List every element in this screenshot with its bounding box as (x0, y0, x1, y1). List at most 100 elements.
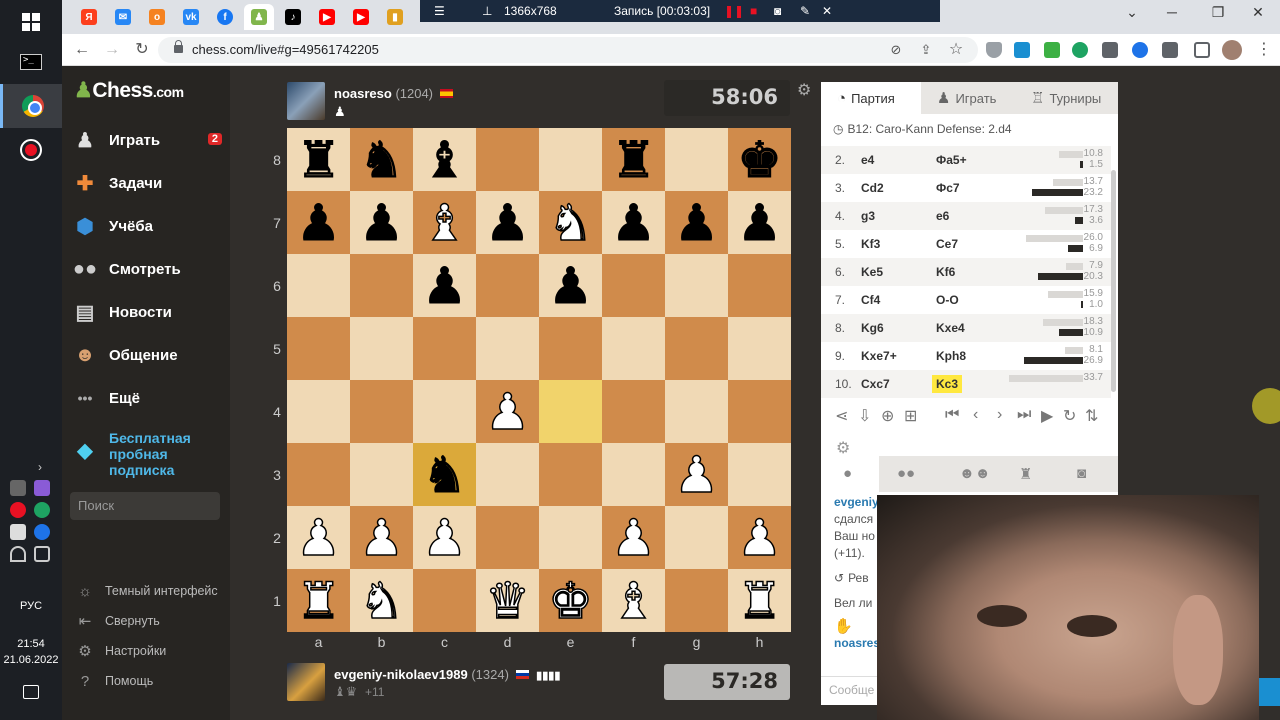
square-d7[interactable]: ♟ (476, 191, 539, 254)
black-pawn-icon[interactable]: ♟ (422, 260, 468, 311)
search-input[interactable]: Поиск (70, 492, 220, 520)
white-pawn-icon[interactable]: ♟ (736, 512, 782, 564)
white-move[interactable]: Ke5 (861, 265, 883, 279)
tab-yandex[interactable]: Я (74, 4, 104, 30)
black-move[interactable]: e6 (936, 209, 949, 223)
square-a5[interactable] (287, 317, 350, 380)
square-b7[interactable]: ♟ (350, 191, 413, 254)
square-a8[interactable]: ♜ (287, 128, 350, 191)
sidebar-item-more[interactable]: ••• Ещё (72, 382, 224, 414)
square-b6[interactable] (350, 254, 413, 317)
white-rook-icon[interactable]: ♜ (295, 575, 341, 627)
last-move-icon[interactable]: ⏭ (1017, 406, 1031, 424)
square-h2[interactable]: ♟ (728, 506, 791, 569)
opening-name[interactable]: ◷ B12: Caro-Kann Defense: 2.d4 (833, 122, 1012, 136)
square-f8[interactable]: ♜ (602, 128, 665, 191)
square-b4[interactable] (350, 380, 413, 443)
download-icon[interactable]: ⇩ (858, 406, 871, 426)
black-move[interactable]: Kc3 (932, 375, 963, 393)
player-name[interactable]: evgeniy-nikolaev1989 (334, 667, 468, 682)
square-g8[interactable] (665, 128, 728, 191)
white-move[interactable]: Kg6 (861, 321, 884, 335)
square-a7[interactable]: ♟ (287, 191, 350, 254)
profile-avatar[interactable] (1222, 40, 1242, 60)
tab-vk[interactable]: vk (176, 4, 206, 30)
puzzle-extensions-icon[interactable] (1162, 42, 1178, 58)
settings-button[interactable]: ⚙ Настройки (74, 640, 166, 662)
black-move[interactable]: O-O (936, 293, 959, 307)
ruble-extension-icon[interactable] (1072, 42, 1088, 58)
square-c5[interactable] (413, 317, 476, 380)
white-knight-icon[interactable]: ♞ (358, 575, 404, 627)
black-move[interactable]: Фа5+ (936, 153, 967, 167)
square-b3[interactable] (350, 443, 413, 506)
white-bishop-icon[interactable]: ♝ (421, 197, 467, 249)
square-g2[interactable] (665, 506, 728, 569)
chess-board[interactable]: ♜ ♞ ♝ ♜ ♚ ♟ ♟ ♝ ♟ ♞ ♟ ♟ ♟ ♟ ♟ ♟ ♞ ♟ ♟ ♟ ♟ ♟ ♟ ♜ ♞ ♛ ♚ ♝ ♜ (287, 128, 791, 632)
square-c3[interactable]: ♞ (413, 443, 476, 506)
tab-play[interactable]: ♟ Играть (921, 82, 1021, 114)
player-name[interactable]: noasreso (334, 86, 392, 101)
square-e3[interactable] (539, 443, 602, 506)
avatar[interactable] (287, 82, 325, 120)
black-move[interactable]: Фс7 (936, 181, 960, 195)
white-move[interactable]: Kxe7+ (861, 349, 897, 363)
square-c8[interactable]: ♝ (413, 128, 476, 191)
square-c7[interactable]: ♝ (413, 191, 476, 254)
square-d2[interactable] (476, 506, 539, 569)
explorer-icon[interactable]: ⊞ (904, 406, 917, 426)
square-g5[interactable] (665, 317, 728, 380)
eye-off-icon[interactable]: ⊘ (884, 38, 908, 62)
black-pawn-icon[interactable]: ♟ (674, 197, 720, 248)
tab-chess[interactable]: ♟ (244, 4, 274, 30)
start-button[interactable] (0, 0, 62, 44)
square-h8[interactable]: ♚ (728, 128, 791, 191)
check-icon[interactable] (34, 502, 50, 518)
sidebar-item-learn[interactable]: ⬢ Учёба (72, 210, 224, 242)
square-g4[interactable] (665, 380, 728, 443)
square-b8[interactable]: ♞ (350, 128, 413, 191)
square-g1[interactable] (665, 569, 728, 632)
tray-app-icon[interactable] (10, 480, 26, 496)
square-e2[interactable] (539, 506, 602, 569)
square-h1[interactable]: ♜ (728, 569, 791, 632)
black-move[interactable]: Kph8 (936, 349, 966, 363)
white-move[interactable]: Kf3 (861, 237, 880, 251)
browser-menu-icon[interactable]: ⋮ (1252, 38, 1276, 62)
square-g7[interactable]: ♟ (665, 191, 728, 254)
pen-icon[interactable]: ✎ (800, 4, 810, 18)
close-icon[interactable]: ✕ (822, 4, 832, 18)
square-b1[interactable]: ♞ (350, 569, 413, 632)
stop-icon[interactable]: ■ (750, 4, 757, 18)
tab-stats[interactable]: ▮ (380, 4, 410, 30)
square-g3[interactable]: ♟ (665, 443, 728, 506)
chess-logo[interactable]: ♟Chess.com (74, 78, 184, 103)
square-d8[interactable] (476, 128, 539, 191)
share-icon[interactable]: ⋖ (835, 406, 848, 426)
black-knight-icon[interactable]: ♞ (422, 449, 468, 500)
black-king-icon[interactable]: ♚ (737, 134, 783, 185)
white-pawn-icon[interactable]: ♟ (421, 512, 467, 564)
terminal-app[interactable]: >_ (0, 40, 62, 84)
next-move-icon[interactable]: › (997, 406, 1002, 424)
black-move[interactable]: Kxe4 (936, 321, 965, 335)
square-a6[interactable] (287, 254, 350, 317)
shield-extension-icon[interactable] (986, 42, 1002, 58)
back-icon[interactable]: ← (70, 38, 94, 62)
notifications-icon[interactable] (23, 685, 39, 699)
gear-icon[interactable]: ⚙ (836, 438, 850, 458)
black-pawn-icon[interactable]: ♟ (485, 197, 531, 248)
pin-icon[interactable]: ⊥ (482, 4, 492, 18)
square-a1[interactable]: ♜ (287, 569, 350, 632)
tab-list-icon[interactable]: ⌄ (1112, 4, 1152, 26)
square-e4[interactable] (539, 380, 602, 443)
square-e5[interactable] (539, 317, 602, 380)
white-move[interactable]: Cf4 (861, 293, 880, 307)
square-a4[interactable] (287, 380, 350, 443)
square-a2[interactable]: ♟ (287, 506, 350, 569)
square-f5[interactable] (602, 317, 665, 380)
record-icon[interactable] (10, 502, 26, 518)
forward-icon[interactable]: → (100, 38, 124, 62)
square-a3[interactable] (287, 443, 350, 506)
square-f6[interactable] (602, 254, 665, 317)
